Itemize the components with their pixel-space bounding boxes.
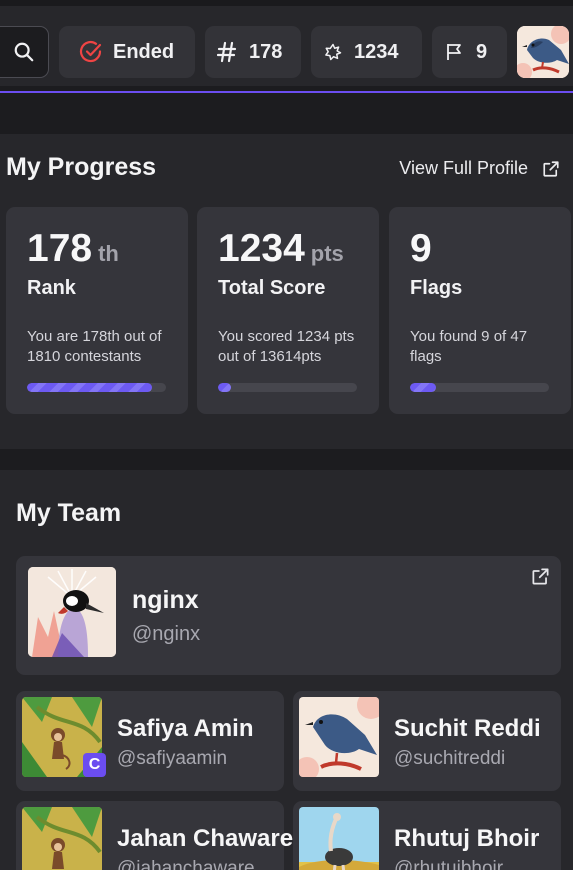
search-button[interactable]	[0, 26, 49, 78]
captain-badge: C	[83, 753, 106, 777]
rank-progress-fill	[27, 383, 153, 392]
team-section: My Team nginx @nginx C Safiya Amin @safi…	[0, 470, 573, 870]
contest-status-pill[interactable]: Ended	[59, 26, 195, 78]
team-name: nginx	[132, 586, 199, 614]
flags-label: Flags	[410, 277, 463, 299]
team-handle: @nginx	[132, 623, 201, 645]
view-full-profile-link[interactable]: View Full Profile	[399, 158, 560, 179]
rank-value: 178	[249, 40, 283, 63]
rank-pill[interactable]: 178	[205, 26, 301, 78]
rank-label: Rank	[27, 277, 76, 299]
external-link-icon[interactable]	[531, 567, 550, 586]
rank-number: 178	[27, 227, 93, 270]
score-card: 1234 pts Total Score You scored 1234 pts…	[197, 207, 379, 414]
member-handle: @safiyaamin	[117, 748, 228, 769]
status-label: Ended	[113, 40, 175, 63]
member-avatar	[299, 807, 379, 870]
team-card[interactable]: nginx @nginx	[16, 556, 561, 675]
user-avatar[interactable]	[517, 26, 569, 78]
member-name: Rhutuj Bhoir	[394, 825, 540, 852]
flag-icon	[447, 44, 461, 60]
flags-value-row: 9	[410, 227, 432, 271]
hash-icon	[217, 41, 237, 63]
progress-section: My Progress View Full Profile 178 th Ran…	[0, 134, 573, 449]
score-number: 1234	[218, 227, 305, 270]
score-progress-bar	[218, 383, 357, 392]
member-card[interactable]: Jahan Chaware @jahanchaware	[16, 801, 293, 870]
star-burst-icon	[325, 43, 342, 61]
team-avatar	[28, 567, 116, 657]
external-link-icon	[543, 160, 559, 177]
accent-divider	[0, 91, 573, 93]
rank-description: You are 178th out of 1810 contestants	[27, 328, 162, 365]
score-pill[interactable]: 1234	[311, 26, 422, 78]
score-progress-fill	[218, 383, 231, 392]
score-value-row: 1234 pts	[218, 227, 344, 271]
top-bar: Ended 178 1234 9	[0, 0, 573, 93]
member-card[interactable]: C Safiya Amin @safiyaamin	[16, 691, 284, 791]
member-card[interactable]: Rhutuj Bhoir @rhutujbhoir	[293, 801, 561, 870]
flags-description: You found 9 of 47 flags	[410, 328, 528, 365]
flags-card: 9 Flags You found 9 of 47 flags	[389, 207, 571, 414]
member-avatar	[22, 807, 102, 870]
score-value: 1234	[354, 40, 399, 63]
member-name: Safiya Amin	[117, 715, 254, 742]
rank-card: 178 th Rank You are 178th out of 1810 co…	[6, 207, 188, 414]
member-handle: @suchitreddi	[394, 748, 506, 769]
score-label: Total Score	[218, 277, 326, 299]
score-description: You scored 1234 pts out of 13614pts	[218, 328, 355, 365]
score-unit: pts	[310, 241, 344, 266]
flags-progress-bar	[410, 383, 549, 392]
rank-value-row: 178 th	[27, 227, 119, 271]
rank-unit: th	[98, 241, 119, 266]
member-handle: @jahanchaware	[117, 858, 255, 870]
flags-progress-fill	[410, 383, 437, 392]
view-profile-label: View Full Profile	[399, 158, 528, 178]
flags-pill[interactable]: 9	[432, 26, 507, 78]
member-avatar	[299, 697, 379, 777]
progress-title: My Progress	[6, 153, 157, 181]
member-card[interactable]: Suchit Reddi @suchitreddi	[293, 691, 561, 791]
flags-number: 9	[410, 227, 432, 270]
check-circle-icon	[79, 40, 102, 63]
member-name: Jahan Chaware	[117, 825, 294, 852]
member-name: Suchit Reddi	[394, 715, 541, 742]
flags-value: 9	[476, 40, 488, 63]
rank-progress-bar	[27, 383, 166, 392]
search-icon	[14, 42, 33, 62]
member-handle: @rhutujbhoir	[394, 858, 504, 870]
team-title: My Team	[16, 499, 122, 527]
